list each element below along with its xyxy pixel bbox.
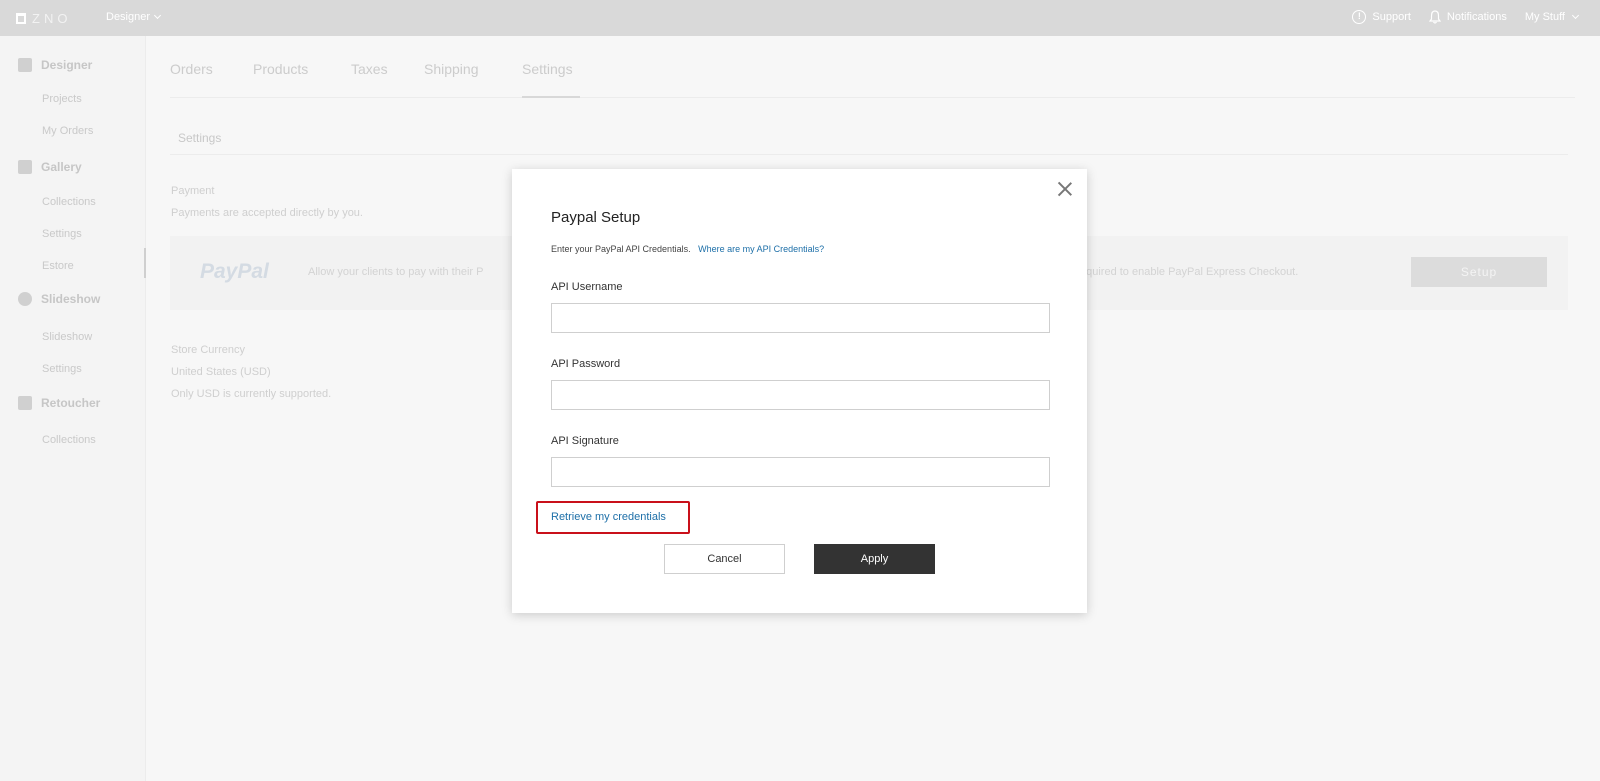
notifications-link[interactable]: Notifications <box>1428 10 1507 24</box>
sidebar-section-retoucher[interactable]: Retoucher <box>18 396 100 410</box>
gallery-icon <box>18 160 32 174</box>
modal-subtitle: Enter your PayPal API Credentials. Where… <box>551 244 824 254</box>
sidebar-item-my-orders[interactable]: My Orders <box>42 125 93 137</box>
api-password-input[interactable] <box>551 380 1050 410</box>
sidebar-section-label: Retoucher <box>41 396 101 410</box>
notifications-label: Notifications <box>1446 11 1507 23</box>
app-switcher[interactable]: Designer <box>106 11 162 23</box>
close-icon[interactable] <box>1057 181 1073 197</box>
section-title: Settings <box>178 131 222 145</box>
sidebar-item-retoucher-collections[interactable]: Collections <box>42 434 96 446</box>
support-link[interactable]: ! Support <box>1352 10 1411 24</box>
sidebar-section-designer[interactable]: Designer <box>18 58 92 72</box>
bell-icon <box>1428 10 1441 24</box>
sidebar-active-indicator <box>144 248 146 278</box>
payment-label: Payment <box>171 185 215 197</box>
currency-value: United States (USD) <box>171 366 271 378</box>
api-password-label: API Password <box>551 358 621 370</box>
slideshow-icon <box>18 292 32 306</box>
sidebar-item-projects[interactable]: Projects <box>42 93 82 105</box>
zno-logo[interactable]: ZNO <box>16 11 71 26</box>
paypal-description-tail: equired to enable PayPal Express Checkou… <box>1080 266 1299 278</box>
api-signature-label: API Signature <box>551 435 619 447</box>
designer-icon <box>18 58 32 72</box>
support-label: Support <box>1372 11 1411 23</box>
sidebar-section-label: Slideshow <box>41 292 101 306</box>
currency-label: Store Currency <box>171 344 245 356</box>
api-credentials-help-link[interactable]: Where are my API Credentials? <box>698 244 824 254</box>
app-switcher-label: Designer <box>106 11 151 23</box>
sidebar-section-label: Designer <box>41 58 93 72</box>
retrieve-credentials-link[interactable]: Retrieve my credentials <box>551 511 666 523</box>
sidebar-item-collections[interactable]: Collections <box>42 196 96 208</box>
info-icon: ! <box>1352 10 1367 24</box>
sidebar-item-gallery-settings[interactable]: Settings <box>42 228 82 240</box>
paypal-description: Allow your clients to pay with their P <box>308 266 484 278</box>
tab-orders[interactable]: Orders <box>170 61 213 77</box>
tab-taxes[interactable]: Taxes <box>351 61 388 77</box>
cancel-button[interactable]: Cancel <box>664 544 785 574</box>
api-signature-input[interactable] <box>551 457 1050 487</box>
sidebar-section-gallery[interactable]: Gallery <box>18 160 82 174</box>
active-tab-indicator <box>522 96 580 98</box>
sidebar: Designer Projects My Orders Gallery Coll… <box>0 36 146 781</box>
retoucher-icon <box>18 396 32 410</box>
tab-products[interactable]: Products <box>253 61 308 77</box>
sidebar-item-estore[interactable]: Estore <box>42 260 74 272</box>
logo-text: ZNO <box>32 11 72 26</box>
sidebar-item-slideshow-settings[interactable]: Settings <box>42 363 82 375</box>
setup-button[interactable]: Setup <box>1411 257 1547 287</box>
api-username-label: API Username <box>551 281 623 293</box>
chevron-down-icon <box>153 11 162 20</box>
my-stuff-label: My Stuff <box>1524 11 1565 23</box>
logo-mark-icon <box>16 13 26 24</box>
tab-shipping[interactable]: Shipping <box>424 61 479 77</box>
tab-bar: Orders Products Taxes Shipping Settings <box>170 36 1575 98</box>
chevron-down-icon <box>1571 11 1580 20</box>
modal-subtitle-text: Enter your PayPal API Credentials. <box>551 244 691 254</box>
sidebar-item-slideshow[interactable]: Slideshow <box>42 331 92 343</box>
tab-settings[interactable]: Settings <box>522 61 573 77</box>
paypal-logo: PayPal <box>200 260 269 283</box>
payment-description: Payments are accepted directly by you. <box>171 207 363 219</box>
paypal-setup-modal: Paypal Setup Enter your PayPal API Crede… <box>512 169 1087 613</box>
my-stuff-menu[interactable]: My Stuff <box>1524 11 1580 23</box>
apply-button[interactable]: Apply <box>814 544 935 574</box>
modal-title: Paypal Setup <box>551 209 641 226</box>
top-bar: ZNO Designer ! Support Notifications My … <box>0 0 1600 36</box>
sidebar-section-label: Gallery <box>41 160 82 174</box>
divider <box>170 154 1568 155</box>
sidebar-section-slideshow[interactable]: Slideshow <box>18 292 100 306</box>
currency-note: Only USD is currently supported. <box>171 388 332 400</box>
api-username-input[interactable] <box>551 303 1050 333</box>
